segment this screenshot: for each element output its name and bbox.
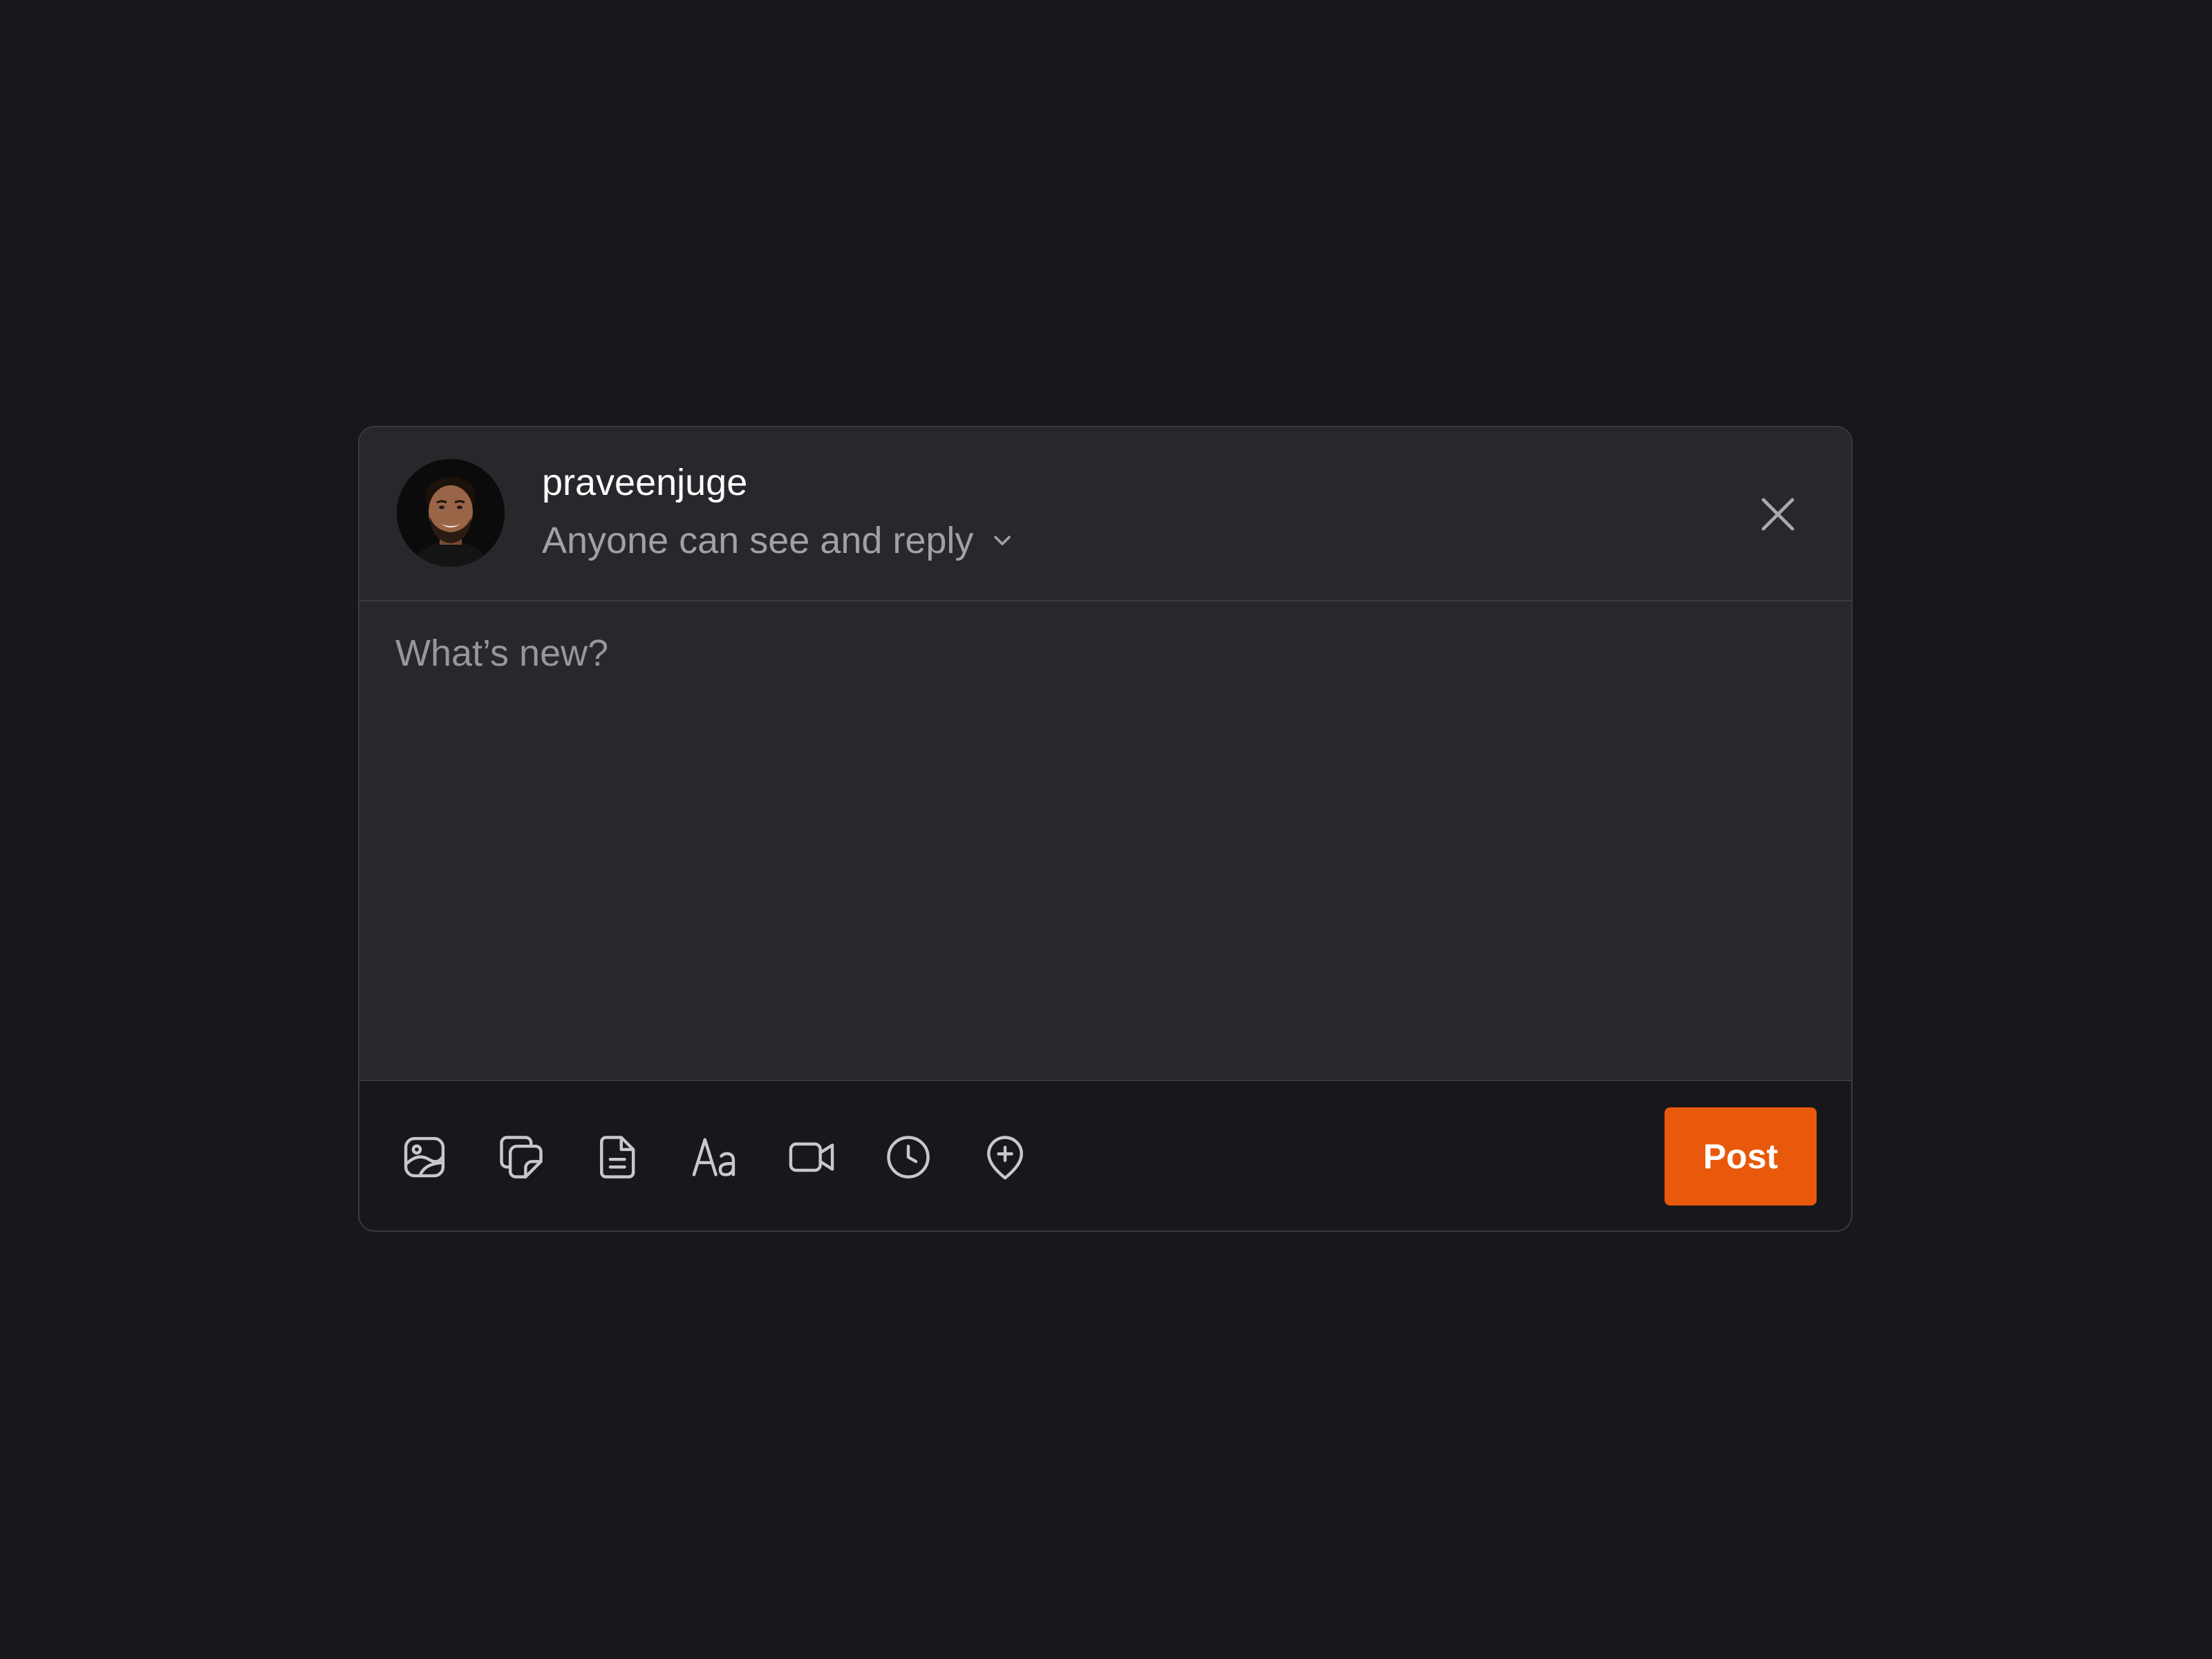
schedule-button[interactable]: [881, 1130, 936, 1185]
audience-label: Anyone can see and reply: [542, 520, 974, 561]
post-text-input[interactable]: [395, 629, 1815, 1052]
composer-toolbar: Post: [359, 1081, 1851, 1230]
audience-selector[interactable]: Anyone can see and reply: [542, 518, 1016, 563]
composer-body: [359, 601, 1851, 1081]
add-location-button[interactable]: [977, 1130, 1033, 1185]
document-icon: [600, 1136, 635, 1179]
add-sticker-button[interactable]: [494, 1130, 549, 1185]
composer-header: praveenjuge Anyone can see and reply: [359, 427, 1851, 601]
sticker-icon: [500, 1136, 543, 1179]
avatar: [397, 459, 505, 567]
avatar-image: [397, 459, 505, 567]
image-icon: [404, 1136, 445, 1178]
close-icon: [1761, 498, 1794, 531]
username: praveenjuge: [542, 462, 748, 503]
add-image-button[interactable]: [397, 1130, 452, 1185]
location-add-icon: [987, 1136, 1023, 1180]
text-format-icon: [692, 1138, 735, 1177]
add-video-button[interactable]: [784, 1130, 839, 1185]
text-format-button[interactable]: [687, 1130, 742, 1185]
post-composer: praveenjuge Anyone can see and reply Wha…: [358, 426, 1853, 1232]
chevron-down-icon: [988, 527, 1016, 554]
close-button[interactable]: [1753, 489, 1803, 539]
clock-icon: [887, 1136, 930, 1179]
video-icon: [789, 1142, 834, 1172]
add-document-button[interactable]: [590, 1130, 646, 1185]
post-button[interactable]: Post: [1665, 1107, 1817, 1206]
